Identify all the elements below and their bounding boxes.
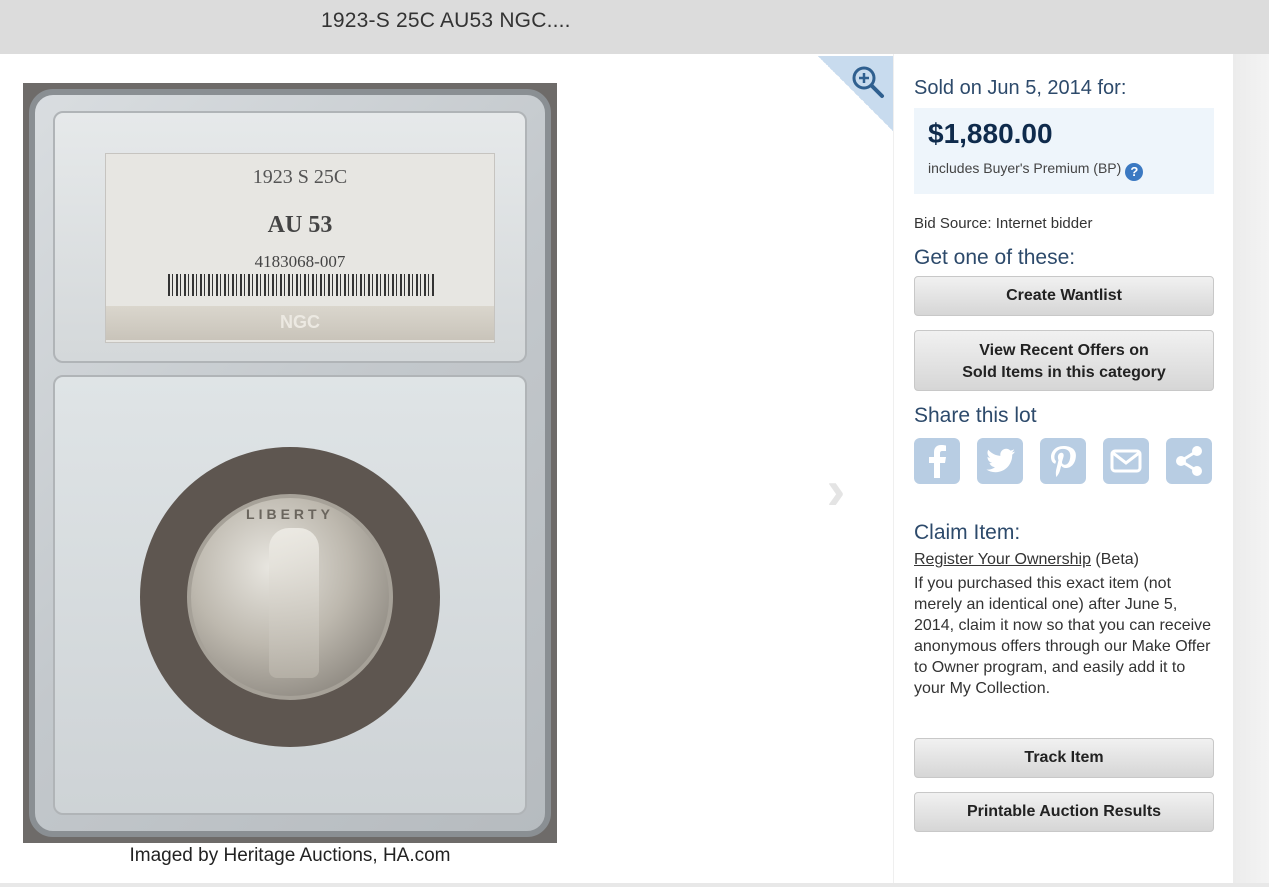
- track-item-button[interactable]: Track Item: [914, 738, 1214, 778]
- sale-sidebar: Sold on Jun 5, 2014 for: $1,880.00 inclu…: [893, 54, 1233, 883]
- sold-date-label: Sold on Jun 5, 2014 for:: [914, 77, 1127, 99]
- create-wantlist-button[interactable]: Create Wantlist: [914, 276, 1214, 316]
- slab-label-area: 1923 S 25C AU 53 4183068-007 NGC: [53, 111, 527, 363]
- claim-title: Claim Item:: [914, 521, 1021, 544]
- get-one-title: Get one of these:: [914, 246, 1076, 269]
- ngc-slab: 1923 S 25C AU 53 4183068-007 NGC LIBERTY: [29, 89, 551, 837]
- buyers-premium-note: includes Buyer's Premium (BP)?: [928, 160, 1144, 181]
- register-ownership-link[interactable]: Register Your Ownership: [914, 551, 1091, 568]
- buyers-premium-text: includes Buyer's Premium (BP): [928, 160, 1122, 176]
- view-offers-line-2: Sold Items in this category: [962, 364, 1166, 381]
- slab-label: 1923 S 25C AU 53 4183068-007 NGC: [105, 153, 495, 343]
- top-bar: 1923-S 25C AU53 NGC....: [0, 0, 1269, 54]
- slab-brand: NGC: [280, 312, 320, 332]
- slab-label-cert-number: 4183068-007: [254, 252, 346, 271]
- share-title: Share this lot: [914, 404, 1037, 427]
- coin-legend: LIBERTY: [246, 506, 334, 522]
- coin-holder: LIBERTY: [140, 447, 440, 747]
- twitter-icon[interactable]: [977, 438, 1023, 484]
- printable-auction-results-button[interactable]: Printable Auction Results: [914, 792, 1214, 832]
- email-icon[interactable]: [1103, 438, 1149, 484]
- slab-label-grade: AU 53: [267, 212, 333, 238]
- view-recent-offers-button[interactable]: View Recent Offers on Sold Items in this…: [914, 330, 1214, 391]
- coin-figure: [269, 528, 319, 678]
- page-edge: [1233, 54, 1269, 883]
- page-bottom-edge: [0, 883, 1269, 887]
- sold-price: $1,880.00: [928, 118, 1053, 149]
- claim-description: If you purchased this exact item (not me…: [914, 575, 1212, 697]
- price-box: $1,880.00 includes Buyer's Premium (BP)?: [914, 108, 1214, 194]
- slab-brand-band: NGC: [106, 306, 494, 340]
- bid-source: Bid Source: Internet bidder: [914, 215, 1093, 232]
- chevron-right-icon[interactable]: ›: [816, 462, 856, 518]
- slab-coin-area: LIBERTY: [53, 375, 527, 815]
- zoom-in-icon[interactable]: [850, 64, 886, 100]
- beta-label: (Beta): [1090, 551, 1139, 568]
- slab-barcode: [168, 274, 436, 296]
- coin-image[interactable]: 1923 S 25C AU 53 4183068-007 NGC LIBERTY: [23, 83, 557, 843]
- help-icon[interactable]: ?: [1125, 163, 1144, 181]
- image-caption: Imaged by Heritage Auctions, HA.com: [129, 845, 451, 866]
- view-offers-line-1: View Recent Offers on: [979, 342, 1149, 359]
- slab-label-description: 1923 S 25C: [252, 166, 348, 188]
- share-icon[interactable]: [1166, 438, 1212, 484]
- lot-title: 1923-S 25C AU53 NGC....: [321, 9, 571, 32]
- share-buttons: [914, 438, 1214, 486]
- facebook-icon[interactable]: [914, 438, 960, 484]
- coin: LIBERTY: [187, 494, 393, 700]
- claim-link-line: Register Your Ownership (Beta): [914, 551, 1139, 569]
- pinterest-icon[interactable]: [1040, 438, 1086, 484]
